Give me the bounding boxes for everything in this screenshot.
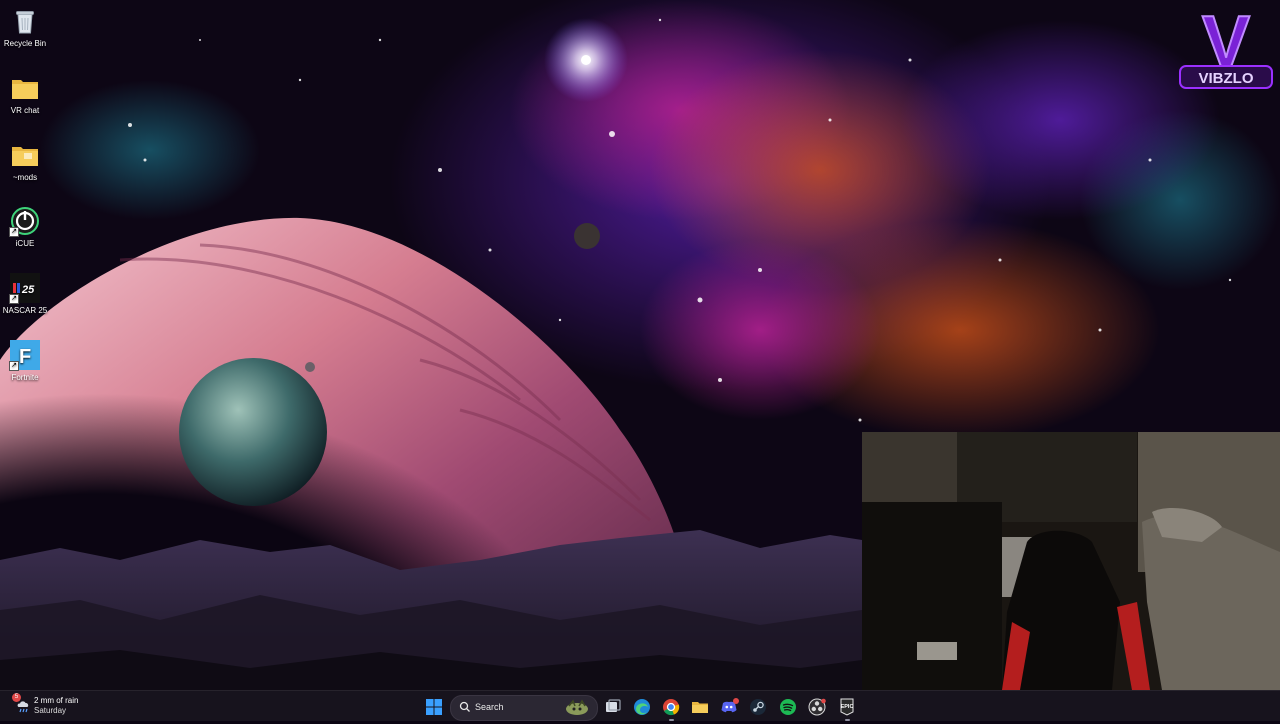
desktop-icon-icue[interactable]: ↗ iCUE — [0, 202, 50, 249]
epic-games-text: EPIC — [841, 704, 854, 710]
taskbar-spotify[interactable] — [776, 695, 800, 719]
desktop-icon-nascar-25[interactable]: 25 ↗ NASCAR 25 — [0, 269, 50, 316]
desktop-icon-mods[interactable]: ~mods — [0, 136, 50, 183]
task-view-icon — [606, 699, 621, 712]
active-indicator — [845, 719, 850, 721]
taskbar-discord[interactable] — [717, 695, 741, 719]
windows-start-icon — [426, 699, 442, 715]
taskbar: 5 2 mm of rain Saturday Search EPIC — [0, 690, 1280, 721]
fortnite-icon: F ↗ — [9, 340, 40, 371]
recycle-bin-icon — [10, 6, 40, 36]
folder-icon — [10, 140, 40, 170]
search-icon — [459, 701, 470, 712]
weather-day: Saturday — [34, 706, 67, 715]
chrome-icon — [663, 699, 680, 716]
taskbar-task-view[interactable] — [601, 695, 625, 719]
obs-icon — [808, 698, 826, 716]
taskbar-edge[interactable] — [630, 695, 654, 719]
taskbar-search-box[interactable]: Search — [450, 695, 598, 721]
folder-icon — [692, 702, 708, 713]
fortnite-badge-text: F — [19, 346, 31, 368]
taskbar-epic-games[interactable]: EPIC — [835, 695, 859, 721]
epic-games-icon: EPIC — [840, 698, 854, 716]
desktop-icon-label: Fortnite — [11, 373, 39, 382]
desktop-icon-label: VR chat — [10, 106, 40, 115]
taskbar-chrome[interactable] — [659, 695, 683, 721]
weather-alert-badge: 5 — [12, 693, 21, 702]
discord-icon — [721, 698, 739, 713]
shortcut-arrow-icon: ↗ — [9, 361, 19, 371]
search-highlight-icon — [566, 699, 588, 715]
nascar-badge-text: 25 — [21, 284, 35, 296]
nascar-25-icon: 25 ↗ — [9, 273, 40, 304]
taskbar-steam[interactable] — [746, 695, 770, 719]
folder-icon — [10, 73, 40, 103]
active-indicator — [669, 719, 674, 721]
icue-icon: ↗ — [9, 206, 40, 237]
edge-icon — [634, 699, 650, 715]
desktop-icon-fortnite[interactable]: F ↗ Fortnite — [0, 336, 50, 383]
steam-icon — [750, 699, 766, 715]
taskbar-start-button[interactable] — [422, 695, 446, 719]
webcam-overlay — [862, 432, 1280, 690]
shortcut-arrow-icon: ↗ — [9, 294, 19, 304]
desktop-icon-vr-chat[interactable]: VR chat — [0, 69, 50, 116]
shortcut-arrow-icon: ↗ — [9, 227, 19, 237]
weather-summary: 2 mm of rain — [34, 696, 79, 705]
spotify-icon — [780, 699, 796, 715]
desktop-icon-label: NASCAR 25 — [2, 306, 48, 315]
vibzlo-logo: V VIBZLO — [1179, 4, 1273, 89]
desktop-icon-label: iCUE — [15, 239, 35, 248]
vibzlo-logo-text: VIBZLO — [1199, 70, 1254, 87]
search-label: Search — [475, 702, 504, 712]
taskbar-file-explorer[interactable] — [688, 695, 712, 719]
desktop-icon-label: ~mods — [12, 173, 38, 182]
taskbar-obs[interactable] — [805, 695, 829, 719]
desktop-icon-label: Recycle Bin — [3, 39, 47, 48]
rain-cloud-icon: 5 — [12, 693, 32, 714]
desktop-icon-recycle-bin[interactable]: Recycle Bin — [0, 2, 50, 49]
